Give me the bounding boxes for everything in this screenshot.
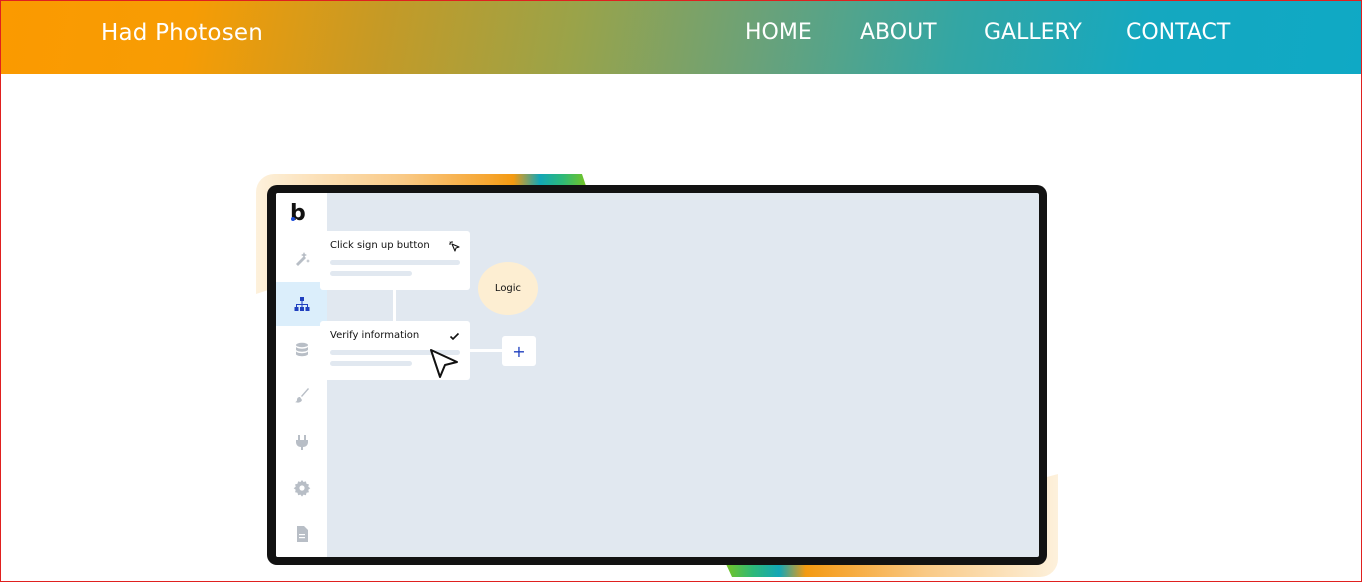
card-title: Verify information [330,330,420,341]
sidebar-item-settings [276,466,327,510]
card-placeholder-line [330,361,412,366]
sidebar-item-pages [276,512,327,556]
database-icon [295,342,308,357]
settings-icon [293,480,310,497]
flow-connector-horizontal [470,349,505,352]
mouse-pointer-icon [430,349,458,378]
card-placeholder-line [330,271,412,276]
card-placeholder-line [330,260,460,265]
cursor-click-icon [449,241,460,252]
card-title: Click sign up button [330,240,430,251]
sidebar-item-plugins [276,420,327,464]
checkmark-icon [449,332,460,341]
app-logo: b [290,201,306,226]
nav-link-about[interactable]: ABOUT [860,20,937,45]
app-screen: b Click sign up button Verify informatio… [276,193,1039,557]
add-step-button: + [502,336,536,366]
navbar: Had Photosen HOME ABOUT GALLERY CONTACT [1,1,1361,74]
workflow-icon [294,297,309,311]
app-logo-dot [291,217,295,221]
sidebar-item-style [276,374,327,418]
nav-link-gallery[interactable]: GALLERY [984,20,1082,45]
card-click-signup: Click sign up button [320,231,470,290]
brush-icon [294,388,309,403]
flow-connector-vertical [393,289,396,321]
sidebar-item-workflow [276,282,327,326]
logic-bubble: Logic [478,262,538,315]
plug-icon [295,435,308,450]
nav-link-home[interactable]: HOME [745,20,812,45]
device-frame: b Click sign up button Verify informatio… [267,185,1047,565]
design-tools-icon [295,252,310,266]
nav-link-contact[interactable]: CONTACT [1126,20,1230,45]
hero-illustration: b Click sign up button Verify informatio… [256,174,1058,577]
document-icon [296,526,308,542]
brand-name[interactable]: Had Photosen [101,20,263,46]
